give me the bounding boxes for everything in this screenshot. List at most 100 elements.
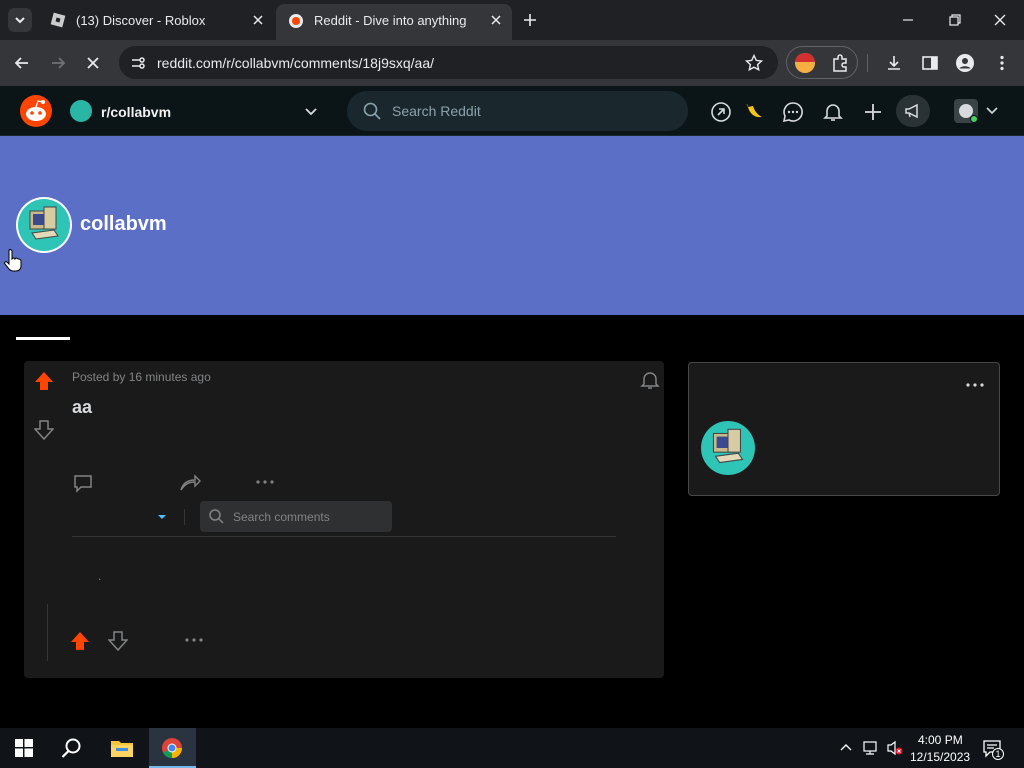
close-icon bbox=[994, 14, 1006, 26]
minimize-button[interactable] bbox=[898, 10, 918, 30]
comment-search-placeholder: Search comments bbox=[233, 510, 330, 524]
url-text[interactable]: reddit.com/r/collabvm/comments/18j9sxq/a… bbox=[157, 55, 434, 71]
close-icon[interactable] bbox=[250, 12, 266, 28]
community-info-card bbox=[688, 362, 1000, 496]
active-nav-underline bbox=[16, 337, 70, 340]
divider bbox=[184, 509, 185, 525]
reddit-search-input[interactable]: Search Reddit bbox=[347, 91, 688, 131]
comment-body: . bbox=[98, 569, 102, 583]
more-options-icon[interactable] bbox=[964, 376, 986, 394]
megaphone-icon bbox=[905, 103, 918, 119]
chrome-taskbar-button[interactable] bbox=[149, 728, 196, 768]
upvote-icon[interactable] bbox=[34, 370, 54, 392]
community-avatar[interactable] bbox=[701, 421, 755, 475]
divider bbox=[72, 536, 616, 537]
roblox-icon bbox=[50, 12, 66, 28]
address-bar[interactable]: reddit.com/r/collabvm/comments/18j9sxq/a… bbox=[119, 46, 778, 79]
community-name: r/collabvm bbox=[101, 104, 172, 120]
extensions-group bbox=[786, 46, 858, 79]
computer-icon bbox=[712, 428, 744, 464]
more-options-icon[interactable] bbox=[254, 473, 276, 491]
new-tab-button[interactable] bbox=[520, 10, 540, 30]
close-window-button[interactable] bbox=[990, 10, 1010, 30]
popular-arrow-icon[interactable] bbox=[710, 101, 732, 123]
tab-search-button[interactable] bbox=[8, 8, 32, 32]
community-avatar-icon bbox=[70, 100, 92, 122]
windows-start-icon[interactable] bbox=[15, 739, 33, 757]
chevron-down-icon bbox=[986, 107, 998, 115]
user-avatar bbox=[954, 99, 978, 123]
close-icon[interactable] bbox=[488, 12, 504, 28]
banana-icon[interactable] bbox=[744, 101, 766, 123]
subreddit-banner: collabvm bbox=[0, 136, 1024, 315]
divider bbox=[867, 54, 868, 72]
more-options-icon[interactable] bbox=[183, 631, 205, 649]
search-icon[interactable] bbox=[60, 737, 84, 761]
community-selector[interactable]: r/collabvm bbox=[70, 98, 326, 124]
bell-icon[interactable] bbox=[639, 369, 661, 391]
plus-icon bbox=[524, 14, 536, 26]
subreddit-title: collabvm bbox=[80, 213, 167, 235]
download-icon[interactable] bbox=[884, 53, 904, 73]
site-info-icon[interactable] bbox=[130, 55, 146, 71]
profile-avatar-extension-icon[interactable] bbox=[795, 53, 815, 73]
computer-icon bbox=[29, 206, 59, 240]
close-icon bbox=[87, 57, 99, 69]
post-title: aa bbox=[72, 397, 93, 417]
file-explorer-icon[interactable] bbox=[110, 737, 134, 759]
network-icon[interactable] bbox=[862, 740, 880, 756]
search-icon bbox=[209, 509, 224, 524]
reddit-header: r/collabvm Search Reddit bbox=[0, 86, 1024, 136]
notifications-button[interactable]: 1 bbox=[982, 738, 1004, 760]
chevron-down-icon bbox=[305, 108, 317, 116]
reddit-favicon-icon bbox=[288, 13, 304, 29]
profile-icon[interactable] bbox=[955, 53, 975, 73]
search-icon bbox=[363, 102, 381, 120]
tab-reddit[interactable]: Reddit - Dive into anything bbox=[276, 4, 512, 40]
comment-search-input[interactable]: Search comments bbox=[200, 501, 392, 532]
subreddit-avatar[interactable] bbox=[16, 197, 72, 253]
reddit-logo-icon[interactable] bbox=[20, 95, 52, 127]
back-button[interactable] bbox=[12, 53, 32, 73]
side-panel-icon[interactable] bbox=[920, 53, 940, 73]
minimize-icon bbox=[903, 19, 913, 21]
upvote-icon[interactable] bbox=[70, 630, 90, 652]
chevron-down-icon bbox=[15, 17, 25, 24]
clock-time[interactable]: 4:00 PM bbox=[918, 733, 963, 747]
puzzle-icon[interactable] bbox=[830, 53, 850, 73]
advertise-button[interactable] bbox=[896, 95, 930, 127]
arrow-right-icon bbox=[52, 57, 66, 69]
search-placeholder: Search Reddit bbox=[392, 103, 481, 119]
downvote-icon[interactable] bbox=[108, 630, 128, 652]
restore-button[interactable] bbox=[945, 10, 965, 30]
browser-toolbar: reddit.com/r/collabvm/comments/18j9sxq/a… bbox=[0, 40, 1024, 86]
comment-icon[interactable] bbox=[72, 472, 94, 494]
chat-icon[interactable] bbox=[782, 101, 804, 123]
share-icon[interactable] bbox=[178, 470, 202, 494]
tab-roblox[interactable]: (13) Discover - Roblox bbox=[38, 0, 274, 40]
post-meta: Posted by 16 minutes ago bbox=[72, 370, 211, 384]
cursor-hand-icon bbox=[4, 249, 22, 272]
tab-title: (13) Discover - Roblox bbox=[76, 13, 206, 28]
sort-dropdown-icon[interactable] bbox=[156, 511, 168, 523]
menu-dots-icon[interactable] bbox=[992, 53, 1012, 73]
forward-button[interactable] bbox=[48, 53, 68, 73]
volume-muted-icon[interactable] bbox=[886, 740, 904, 756]
user-menu[interactable] bbox=[952, 97, 1002, 125]
browser-tab-strip: (13) Discover - Roblox Reddit - Dive int… bbox=[0, 0, 1024, 40]
notification-badge: 1 bbox=[992, 748, 1004, 760]
downvote-icon[interactable] bbox=[34, 419, 54, 441]
arrow-left-icon bbox=[14, 57, 28, 69]
plus-icon[interactable] bbox=[862, 101, 884, 123]
bell-icon[interactable] bbox=[822, 101, 844, 123]
post-card: Posted by 16 minutes ago aa Search comme… bbox=[24, 361, 664, 678]
tab-title: Reddit - Dive into anything bbox=[314, 13, 467, 28]
stop-button[interactable] bbox=[83, 53, 103, 73]
chevron-up-icon[interactable] bbox=[839, 741, 853, 755]
clock-date[interactable]: 12/15/2023 bbox=[910, 750, 970, 764]
chrome-icon bbox=[162, 738, 183, 759]
comment-thread-line[interactable] bbox=[47, 604, 48, 661]
bookmark-star-icon[interactable] bbox=[744, 53, 764, 73]
windows-taskbar: 4:00 PM 12/15/2023 1 bbox=[0, 728, 1024, 768]
restore-icon bbox=[949, 14, 961, 26]
